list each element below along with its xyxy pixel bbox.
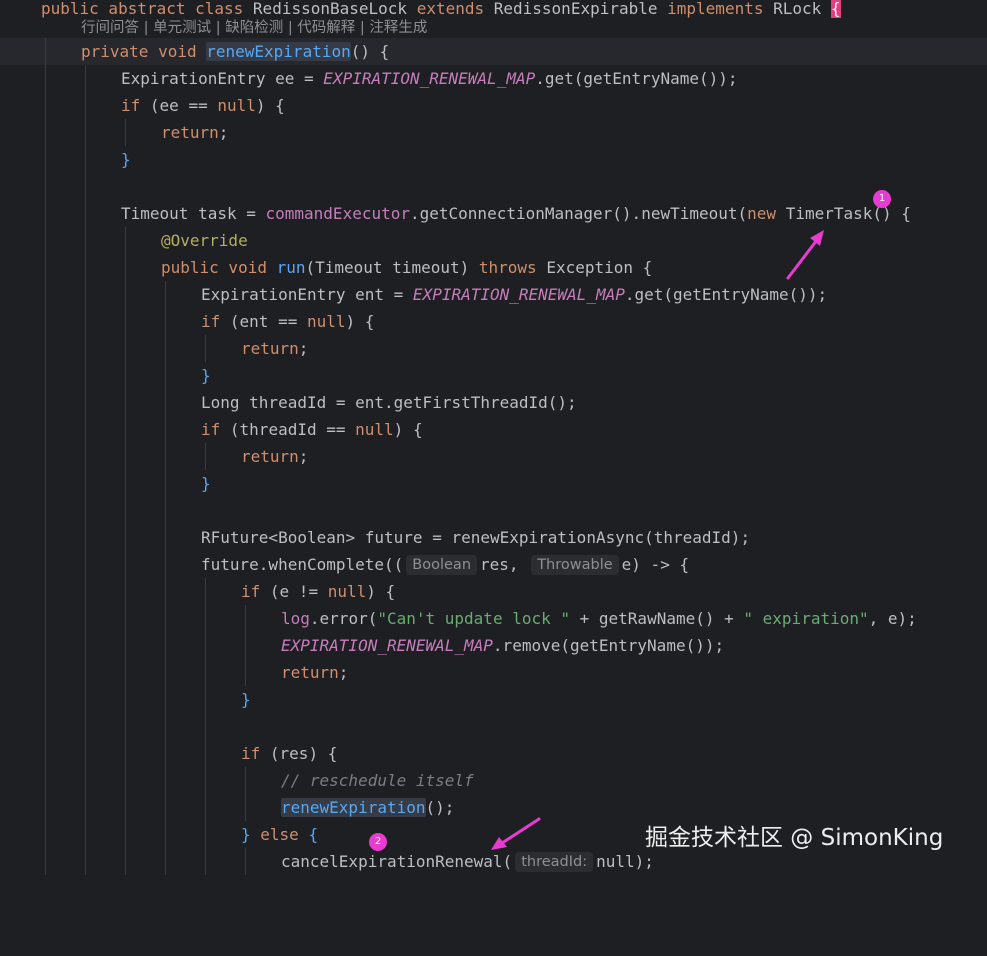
code-line[interactable]: if (ee == null) { — [0, 92, 987, 119]
code-line[interactable]: public void run(Timeout timeout) throws … — [0, 254, 987, 281]
code-line[interactable]: // reschedule itself — [0, 767, 987, 794]
code-line[interactable]: Timeout task = commandExecutor.getConnec… — [0, 200, 987, 227]
annotation-marker-2: 2 — [369, 833, 387, 851]
code-line[interactable]: @Override — [0, 227, 987, 254]
code-line[interactable]: return; — [0, 119, 987, 146]
annotation-arrow-1-icon — [786, 230, 824, 280]
code-line[interactable]: } — [0, 686, 987, 713]
parameter-type-hint: Boolean — [406, 555, 478, 575]
ai-code-lens-actions[interactable]: 行间问答 | 单元测试 | 缺陷检测 | 代码解释 | 注释生成 — [81, 17, 427, 39]
code-line[interactable]: log.error("Can't update lock " + getRawN… — [0, 605, 987, 632]
code-line[interactable]: return; — [0, 659, 987, 686]
code-line[interactable]: if (res) { — [0, 740, 987, 767]
code-line[interactable]: } — [0, 470, 987, 497]
code-line[interactable]: EXPIRATION_RENEWAL_MAP.remove(getEntryNa… — [0, 632, 987, 659]
code-line[interactable]: future.whenComplete((Boolean res, Throwab… — [0, 551, 987, 578]
code-line[interactable]: return; — [0, 443, 987, 470]
parameter-name-hint: threadId: — [515, 852, 594, 872]
text-caret: { — [830, 0, 841, 18]
code-line[interactable]: return; — [0, 335, 987, 362]
code-line[interactable] — [0, 173, 987, 200]
code-line[interactable]: } — [0, 146, 987, 173]
watermark: 掘金技术社区 @ SimonKing — [645, 825, 944, 851]
annotation-arrow-2-icon — [491, 817, 541, 850]
annotation-marker-1: 1 — [873, 190, 891, 208]
parameter-type-hint: Throwable — [531, 555, 619, 575]
code-line[interactable] — [0, 497, 987, 524]
code-line[interactable]: RFuture<Boolean> future = renewExpiratio… — [0, 524, 987, 551]
code-line[interactable]: } — [0, 362, 987, 389]
code-line[interactable] — [0, 713, 987, 740]
code-line[interactable]: if (e != null) { — [0, 578, 987, 605]
code-line[interactable]: ExpirationEntry ent = EXPIRATION_RENEWAL… — [0, 281, 987, 308]
code-editor[interactable]: public abstract class RedissonBaseLock e… — [0, 0, 987, 875]
code-line[interactable]: if (threadId == null) { — [0, 416, 987, 443]
code-line[interactable]: Long threadId = ent.getFirstThreadId(); — [0, 389, 987, 416]
code-line[interactable]: ExpirationEntry ee = EXPIRATION_RENEWAL_… — [0, 65, 987, 92]
code-line[interactable]: if (ent == null) { — [0, 308, 987, 335]
code-line[interactable]: private void renewExpiration() { — [0, 38, 987, 65]
